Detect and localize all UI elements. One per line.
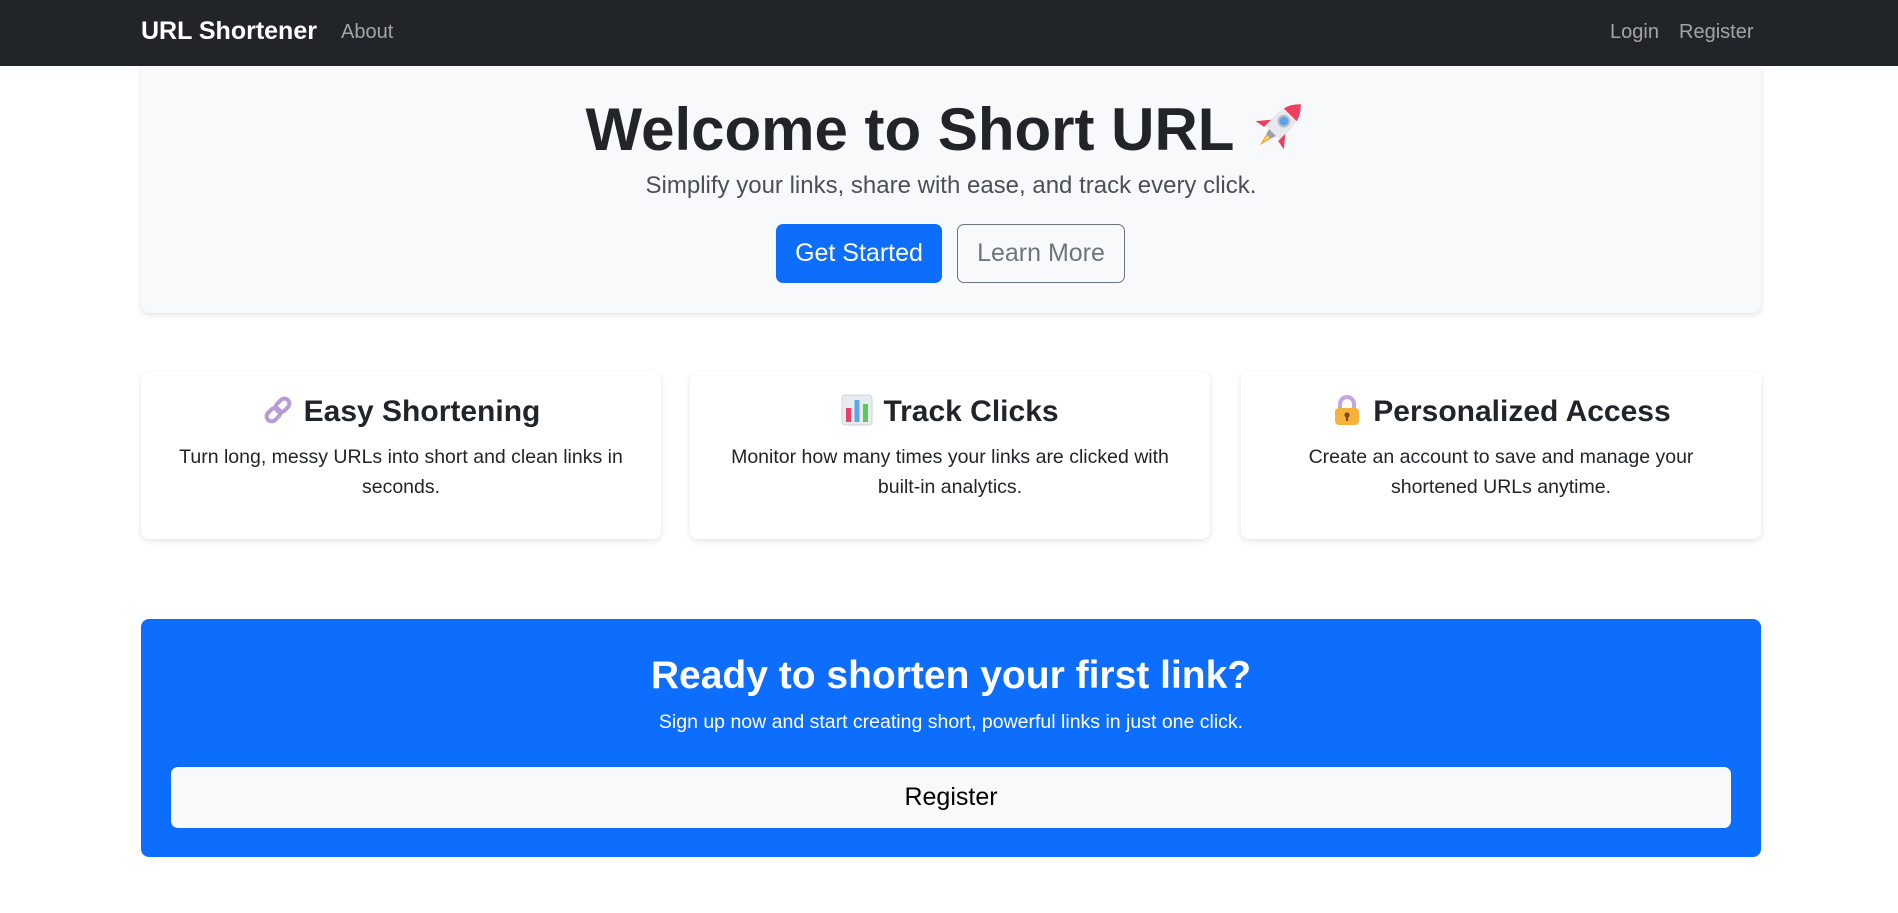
feature-title: Personalized Access [1241,392,1761,432]
lock-icon [1335,395,1360,425]
feature-card-personalized-access: Personalized Access Create an account to… [1241,372,1761,539]
cta-title: Ready to shorten your first link? [650,654,1252,697]
nav-link-register[interactable]: Register [1679,21,1753,44]
get-started-button[interactable]: Get Started [776,224,942,283]
bar-chart-icon [841,394,873,426]
feature-text: Turn long, messy URLs into short and cle… [179,446,623,498]
hero-title-text: Welcome to Short URL [585,96,1235,163]
navbar: URL Shortener About Login Register [0,0,1898,66]
feature-text: Create an account to save and manage you… [1308,446,1694,498]
brand-link[interactable]: URL Shortener [141,17,317,46]
cta-subtitle: Sign up now and start creating short, po… [658,711,1244,733]
link-icon [264,396,292,424]
feature-text: Monitor how many times your links are cl… [731,446,1169,498]
nav-link-about[interactable]: About [341,21,393,44]
feature-title-text: Track Clicks [883,395,1059,428]
hero-title: Welcome to Short URL [141,92,1761,166]
feature-card-track-clicks: Track Clicks Monitor how many times your… [690,372,1210,539]
feature-card-easy-shortening: Easy Shortening Turn long, messy URLs in… [141,372,661,539]
feature-title-text: Personalized Access [1373,395,1671,428]
feature-title-text: Easy Shortening [303,395,541,428]
register-button[interactable]: Register [171,767,1731,828]
nav-link-login[interactable]: Login [1610,21,1659,44]
rocket-icon [1256,104,1302,150]
feature-title: Track Clicks [690,392,1210,432]
cta-section: Ready to shorten your first link? Sign u… [141,619,1761,857]
feature-title: Easy Shortening [141,392,661,432]
learn-more-button[interactable]: Learn More [957,224,1125,283]
hero-subtitle: Simplify your links, share with ease, an… [645,172,1257,199]
hero-section: Welcome to Short URL Simplify your links… [141,66,1761,313]
